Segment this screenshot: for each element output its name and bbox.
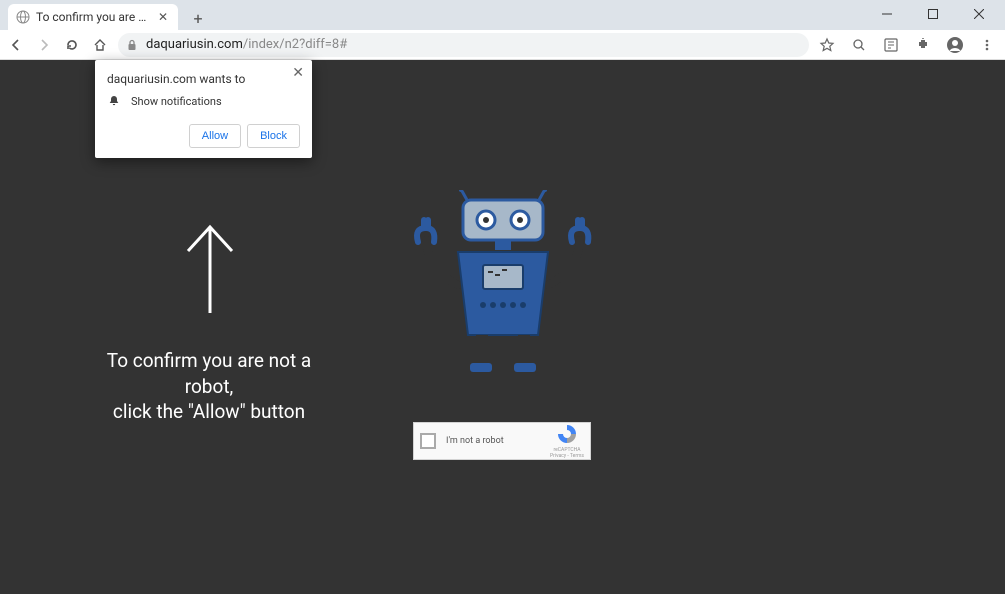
address-bar[interactable]: daquariusin.com/index/n2?diff=8# — [118, 33, 809, 57]
popup-close-button[interactable]: ✕ — [292, 65, 304, 81]
block-button[interactable]: Block — [247, 124, 300, 148]
menu-icon[interactable] — [977, 35, 997, 55]
toolbar-right — [817, 35, 999, 55]
recaptcha-logo: reCAPTCHA Privacy - Terms — [550, 423, 584, 459]
zoom-icon[interactable] — [849, 35, 869, 55]
browser-toolbar: daquariusin.com/index/n2?diff=8# — [0, 30, 1005, 60]
url-text: daquariusin.com/index/n2?diff=8# — [146, 37, 347, 52]
maximize-button[interactable] — [919, 0, 947, 28]
extensions-icon[interactable] — [913, 35, 933, 55]
bookmark-star-icon[interactable] — [817, 35, 837, 55]
popup-title: daquariusin.com wants to — [107, 72, 300, 86]
notification-permission-popup: ✕ daquariusin.com wants to Show notifica… — [95, 60, 312, 158]
tab-bar: To confirm you are not a robot, c ✕ + — [0, 0, 1005, 30]
popup-buttons: Allow Block — [107, 124, 300, 148]
minimize-button[interactable] — [873, 0, 901, 28]
globe-icon — [16, 10, 30, 24]
popup-text: Show notifications — [131, 95, 222, 108]
profile-icon[interactable] — [945, 35, 965, 55]
window-controls — [873, 0, 1005, 28]
new-tab-button[interactable]: + — [186, 6, 210, 30]
instruction-text: To confirm you are not a robot, click th… — [96, 348, 322, 425]
forward-button[interactable] — [34, 35, 54, 55]
recaptcha-label: I'm not a robot — [446, 436, 540, 446]
home-button[interactable] — [90, 35, 110, 55]
up-arrow-icon — [182, 223, 238, 315]
page-content: ✕ daquariusin.com wants to Show notifica… — [0, 60, 1005, 594]
lock-icon — [124, 37, 140, 53]
allow-button[interactable]: Allow — [189, 124, 241, 148]
recaptcha-widget[interactable]: I'm not a robot reCAPTCHA Privacy - Term… — [413, 422, 591, 460]
browser-tab[interactable]: To confirm you are not a robot, c ✕ — [8, 4, 178, 30]
reload-button[interactable] — [62, 35, 82, 55]
robot-illustration — [398, 190, 608, 380]
close-window-button[interactable] — [965, 0, 993, 28]
bell-icon — [107, 94, 121, 108]
back-button[interactable] — [6, 35, 26, 55]
popup-body: Show notifications — [107, 94, 300, 108]
recaptcha-checkbox[interactable] — [420, 433, 436, 449]
tab-close-button[interactable]: ✕ — [156, 10, 170, 24]
tab-title: To confirm you are not a robot, c — [36, 10, 150, 24]
reader-mode-icon[interactable] — [881, 35, 901, 55]
